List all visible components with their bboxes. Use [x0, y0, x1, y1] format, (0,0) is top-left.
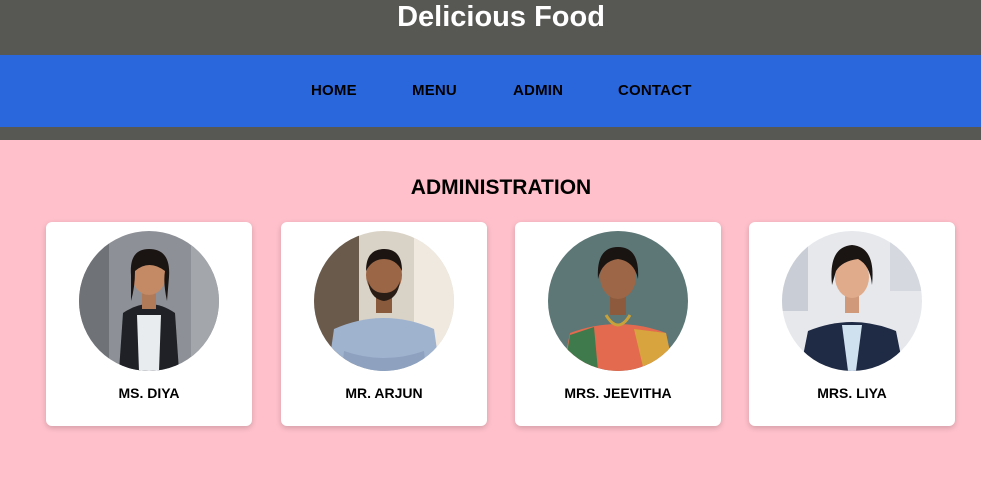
- nav-admin-link[interactable]: ADMIN: [513, 83, 563, 99]
- nav-menu-link[interactable]: MENU: [412, 83, 457, 99]
- avatar-woman-in-saree-photo: [548, 231, 688, 371]
- top-header: Delicious Food: [0, 0, 981, 55]
- section-title: ADMINISTRATION: [410, 176, 592, 199]
- admin-card-jeevitha: MRS. JEEVITHA: [515, 222, 721, 426]
- admin-card-diya: MS. DIYA: [46, 222, 252, 426]
- header-divider-strip: [0, 127, 981, 140]
- admin-name-liya: MRS. LIYA: [817, 385, 887, 401]
- avatar-man-in-blue-shirt-photo: [314, 231, 454, 371]
- avatar-woman-in-black-blazer-photo: [79, 231, 219, 371]
- admin-name-diya: MS. DIYA: [118, 385, 180, 401]
- admin-card-liya: MRS. LIYA: [749, 222, 955, 426]
- admin-name-jeevitha: MRS. JEEVITHA: [564, 385, 672, 401]
- main-nav: HOME MENU ADMIN CONTACT: [0, 55, 981, 127]
- nav-home-link[interactable]: HOME: [311, 83, 357, 99]
- avatar-woman-in-navy-suit-photo: [782, 231, 922, 371]
- site-title: Delicious Food: [397, 1, 605, 33]
- admin-name-arjun: MR. ARJUN: [345, 385, 423, 401]
- nav-contact-link[interactable]: CONTACT: [618, 83, 692, 99]
- admin-card-arjun: MR. ARJUN: [281, 222, 487, 426]
